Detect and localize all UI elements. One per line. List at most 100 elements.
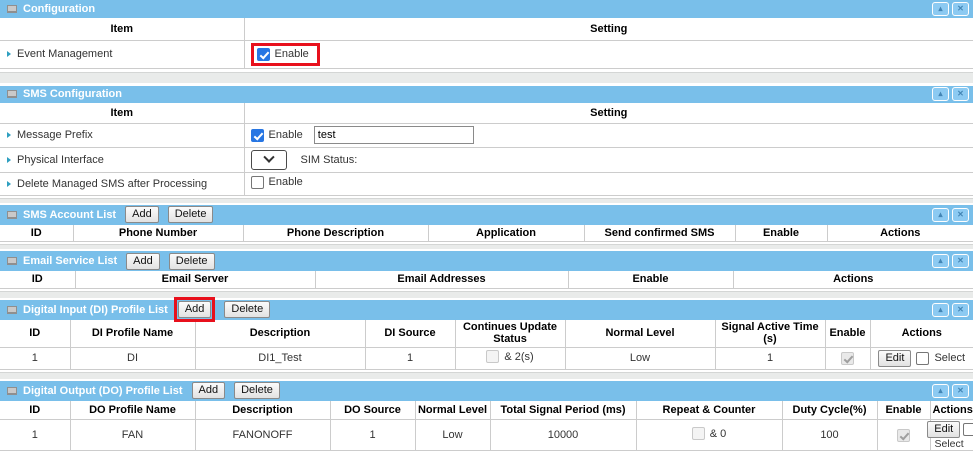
column-header-phone-number: Phone Number — [73, 225, 243, 242]
do-enable-checkbox — [897, 429, 910, 442]
configuration-table: Item Setting Event Management Enable — [0, 18, 973, 69]
email-service-list-header-bar: Email Service List Add Delete ▴ ✕ — [0, 251, 973, 271]
sms-account-add-button[interactable]: Add — [125, 206, 159, 223]
physical-interface-row: Physical Interface SIM Status: — [0, 147, 973, 172]
setting-column-header: Setting — [244, 103, 973, 124]
sms-account-delete-button[interactable]: Delete — [168, 206, 214, 223]
window-controls: ▴ ✕ — [932, 87, 969, 101]
message-prefix-enable-checkbox[interactable] — [251, 129, 264, 142]
di-row-actions-cell: Edit Select — [870, 347, 973, 369]
di-edit-button[interactable]: Edit — [878, 350, 911, 367]
close-icon[interactable]: ✕ — [952, 87, 969, 101]
column-header-normal-level: Normal Level — [565, 320, 715, 348]
di-profile-list-section: Digital Input (DI) Profile List Add Dele… — [0, 300, 973, 370]
repeat-counter-value: & 0 — [710, 428, 727, 440]
delete-managed-sms-setting-cell: Enable — [244, 172, 973, 195]
sms-configuration-header-bar: SMS Configuration ▴ ✕ — [0, 86, 973, 103]
collapse-icon[interactable]: ▴ — [932, 208, 949, 222]
di-row-description: DI1_Test — [195, 347, 365, 369]
di-profile-add-button[interactable]: Add — [178, 301, 212, 318]
collapse-icon[interactable]: ▴ — [932, 303, 949, 317]
do-select-checkbox[interactable] — [963, 423, 973, 436]
column-header-do-profile-name: DO Profile Name — [70, 401, 195, 420]
close-icon[interactable]: ✕ — [952, 384, 969, 398]
close-icon[interactable]: ✕ — [952, 208, 969, 222]
do-profile-list-table: ID DO Profile Name Description DO Source… — [0, 401, 973, 451]
di-select-checkbox[interactable] — [916, 352, 929, 365]
red-highlight-box: Add — [174, 297, 216, 322]
sms-configuration-table: Item Setting Message Prefix Enable Physi… — [0, 103, 973, 196]
message-prefix-input[interactable] — [314, 126, 474, 144]
event-management-enable-checkbox[interactable] — [257, 48, 270, 61]
email-service-add-button[interactable]: Add — [126, 253, 160, 270]
column-header-total-signal-period: Total Signal Period (ms) — [490, 401, 636, 420]
event-management-setting-cell: Enable — [244, 40, 973, 68]
enable-label: Enable — [269, 129, 303, 141]
panel-icon — [7, 306, 17, 314]
column-header-email-addresses: Email Addresses — [315, 271, 568, 288]
panel-icon — [7, 5, 17, 13]
collapse-icon[interactable]: ▴ — [932, 2, 949, 16]
di-row-continues-update-cell: & 2(s) — [455, 347, 565, 369]
email-service-list-title: Email Service List — [23, 255, 117, 267]
column-header-di-source: DI Source — [365, 320, 455, 348]
enable-label: Enable — [269, 176, 303, 188]
collapse-icon[interactable]: ▴ — [932, 384, 949, 398]
column-header-signal-active-time: Signal Active Time (s) — [715, 320, 825, 348]
do-profile-row: 1 FAN FANONOFF 1 Low 10000 & 0 100 Edit — [0, 420, 973, 451]
message-prefix-setting-cell: Enable — [244, 124, 973, 148]
column-header-enable: Enable — [877, 401, 930, 420]
configuration-section: Configuration ▴ ✕ Item Setting Event Man… — [0, 0, 973, 69]
sms-account-list-title: SMS Account List — [23, 209, 116, 221]
delete-managed-sms-row: Delete Managed SMS after Processing Enab… — [0, 172, 973, 195]
panel-icon — [7, 387, 17, 395]
di-profile-delete-button[interactable]: Delete — [224, 301, 270, 318]
do-row-normal-level: Low — [415, 420, 490, 451]
do-row-name: FAN — [70, 420, 195, 451]
column-header-id: ID — [0, 320, 70, 348]
red-highlight-box: Enable — [251, 43, 320, 66]
delete-managed-sms-label: Delete Managed SMS after Processing — [17, 178, 207, 190]
do-profile-delete-button[interactable]: Delete — [234, 382, 280, 399]
column-header-actions: Actions — [827, 225, 973, 242]
column-header-enable: Enable — [568, 271, 733, 288]
di-profile-row: 1 DI DI1_Test 1 & 2(s) Low 1 Edit Select — [0, 347, 973, 369]
email-service-delete-button[interactable]: Delete — [169, 253, 215, 270]
delete-managed-sms-enable-checkbox[interactable] — [251, 176, 264, 189]
delete-managed-sms-label-cell: Delete Managed SMS after Processing — [0, 172, 244, 195]
physical-interface-select[interactable] — [251, 150, 287, 170]
di-enable-checkbox — [841, 352, 854, 365]
message-prefix-row: Message Prefix Enable — [0, 124, 973, 148]
do-profile-add-button[interactable]: Add — [192, 382, 226, 399]
physical-interface-label-cell: Physical Interface — [0, 147, 244, 172]
column-header-id: ID — [0, 225, 73, 242]
section-divider — [0, 244, 973, 249]
di-select-label: Select — [934, 352, 965, 364]
di-row-signal-active-time: 1 — [715, 347, 825, 369]
email-service-list-table: ID Email Server Email Addresses Enable A… — [0, 271, 973, 289]
column-header-normal-level: Normal Level — [415, 401, 490, 420]
close-icon[interactable]: ✕ — [952, 254, 969, 268]
column-header-actions: Actions — [870, 320, 973, 348]
window-controls: ▴ ✕ — [932, 303, 969, 317]
collapse-icon[interactable]: ▴ — [932, 254, 949, 268]
column-header-do-source: DO Source — [330, 401, 415, 420]
email-service-list-section: Email Service List Add Delete ▴ ✕ ID Ema… — [0, 251, 973, 289]
do-row-actions-cell: Edit Select — [930, 420, 973, 451]
window-controls: ▴ ✕ — [932, 2, 969, 16]
configuration-header-bar: Configuration ▴ ✕ — [0, 0, 973, 18]
sms-account-list-header-bar: SMS Account List Add Delete ▴ ✕ — [0, 205, 973, 225]
item-column-header: Item — [0, 103, 244, 124]
panel-icon — [7, 90, 17, 98]
collapse-icon[interactable]: ▴ — [932, 87, 949, 101]
physical-interface-setting-cell: SIM Status: — [244, 147, 973, 172]
do-edit-button[interactable]: Edit — [927, 421, 960, 438]
column-header-description: Description — [195, 401, 330, 420]
column-header-description: Description — [195, 320, 365, 348]
di-profile-list-header-bar: Digital Input (DI) Profile List Add Dele… — [0, 300, 973, 320]
di-row-normal-level: Low — [565, 347, 715, 369]
repeat-counter-checkbox — [692, 427, 705, 440]
close-icon[interactable]: ✕ — [952, 303, 969, 317]
close-icon[interactable]: ✕ — [952, 2, 969, 16]
di-row-enable-cell — [825, 347, 870, 369]
